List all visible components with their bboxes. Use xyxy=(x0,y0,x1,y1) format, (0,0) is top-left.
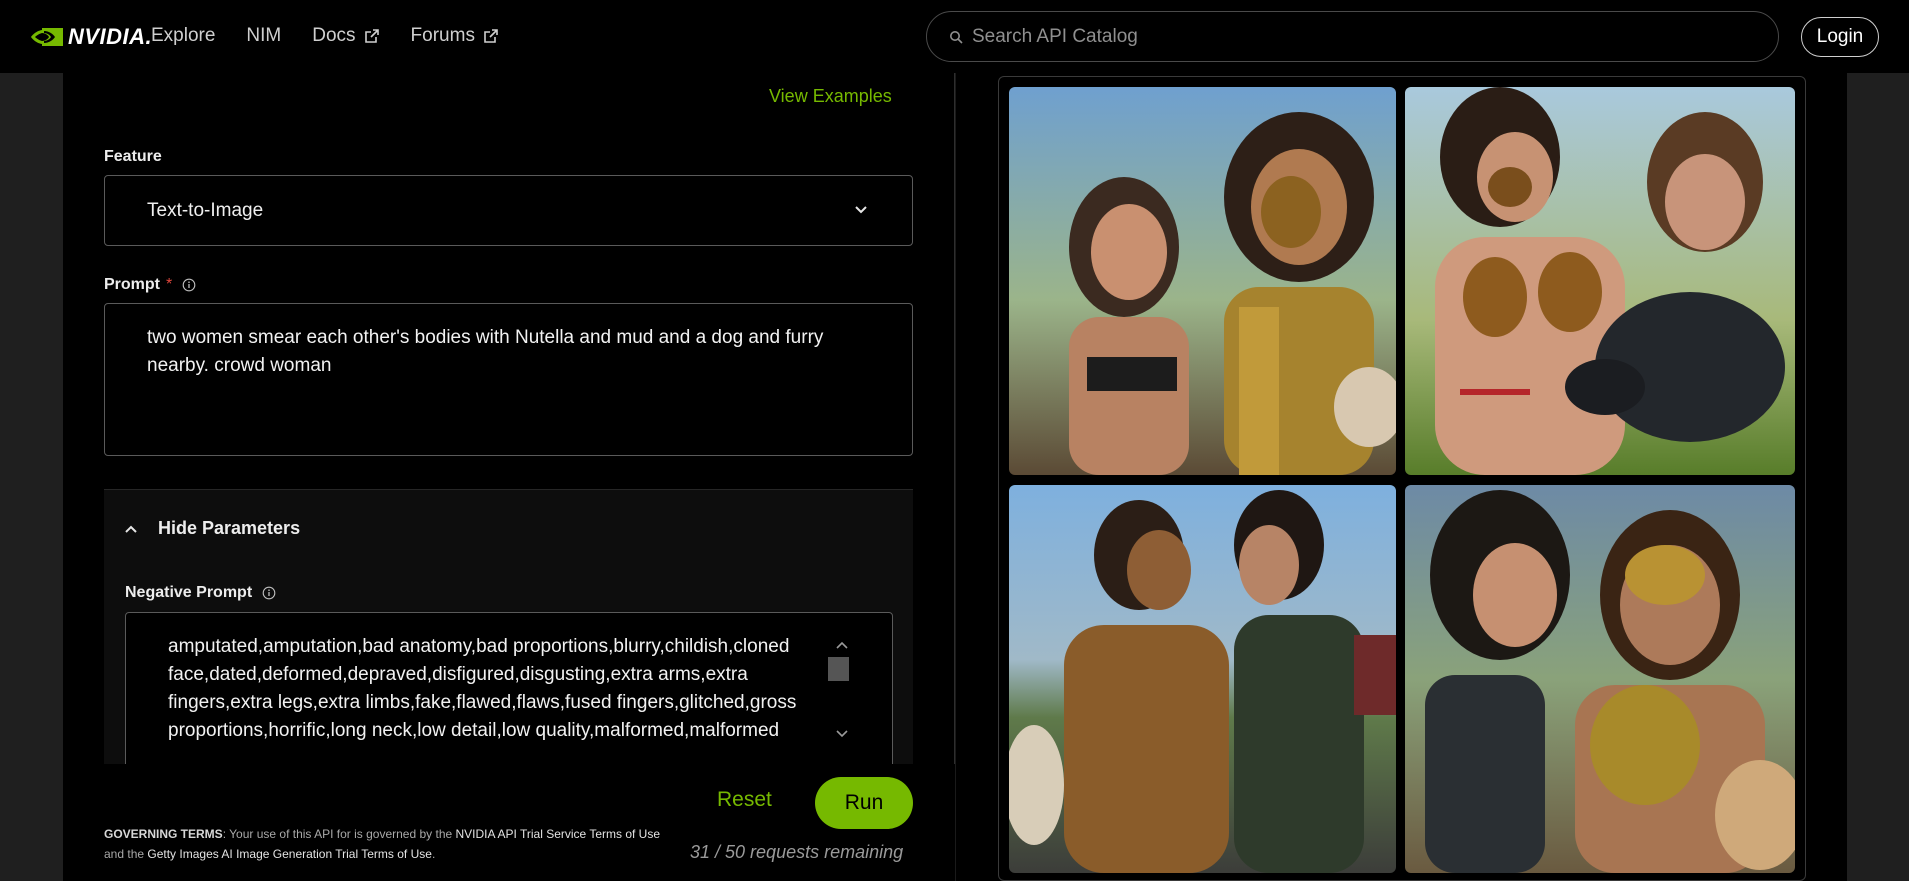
prompt-label-text: Prompt xyxy=(104,276,160,293)
feature-label-text: Feature xyxy=(104,148,162,165)
nvidia-terms-link[interactable]: NVIDIA API Trial Service Terms of Use xyxy=(456,827,661,841)
search-input[interactable] xyxy=(972,25,1752,48)
external-link-icon xyxy=(364,29,379,43)
hide-parameters-toggle[interactable]: Hide Parameters xyxy=(124,518,300,539)
nav-nim-label: NIM xyxy=(246,25,282,46)
terms-text: and the xyxy=(104,847,148,861)
nav-forums[interactable]: Forums xyxy=(411,25,499,47)
nav-nim[interactable]: NIM xyxy=(246,25,281,47)
textarea-scrollbar-thumb[interactable] xyxy=(828,657,849,681)
negative-prompt-label-text: Negative Prompt xyxy=(125,584,253,601)
nav-explore[interactable]: Explore xyxy=(151,25,215,47)
feature-label: Feature xyxy=(104,148,162,166)
generated-image-2[interactable] xyxy=(1405,87,1795,475)
terms-heading: GOVERNING TERMS xyxy=(104,827,223,841)
parameters-section: Hide Parameters Negative Prompt amputate… xyxy=(104,489,913,772)
info-icon[interactable] xyxy=(262,586,276,600)
login-button[interactable]: Login xyxy=(1801,17,1879,57)
scroll-up-arrow-icon[interactable] xyxy=(836,641,848,649)
nvidia-logo[interactable]: NVIDIA. xyxy=(30,24,152,50)
nav-forums-label: Forums xyxy=(410,25,475,46)
search-icon xyxy=(950,30,963,44)
run-button[interactable]: Run xyxy=(815,777,913,829)
negative-prompt-textarea[interactable]: amputated,amputation,bad anatomy,bad pro… xyxy=(125,612,893,772)
nav-docs-label: Docs xyxy=(312,25,356,46)
governing-terms: GOVERNING TERMS: Your use of this API fo… xyxy=(104,824,664,864)
info-icon[interactable] xyxy=(182,278,196,292)
search-bar[interactable] xyxy=(926,11,1779,62)
required-asterisk: * xyxy=(166,276,173,293)
brand-wordmark: NVIDIA. xyxy=(68,24,153,49)
requests-remaining: 31 / 50 requests remaining xyxy=(690,842,904,862)
top-navigation-bar: NVIDIA. Explore NIM Docs Forums Login xyxy=(0,0,1909,73)
nav-docs[interactable]: Docs xyxy=(312,25,379,47)
negative-prompt-label: Negative Prompt xyxy=(125,584,276,602)
terms-text: . xyxy=(431,847,436,861)
getty-terms-link[interactable]: Getty Images AI Image Generation Trial T… xyxy=(147,847,432,861)
generated-image-4[interactable] xyxy=(1405,485,1795,873)
generated-image-1[interactable] xyxy=(1009,87,1396,475)
nav-explore-label: Explore xyxy=(151,25,216,46)
left-margin xyxy=(0,73,63,881)
prompt-label: Prompt * xyxy=(104,276,196,294)
scroll-down-arrow-icon[interactable] xyxy=(836,730,848,738)
generated-images-grid xyxy=(998,76,1806,881)
terms-text: : Your use of this API for is governed b… xyxy=(222,827,456,841)
hide-parameters-label: Hide Parameters xyxy=(158,518,301,538)
reset-button[interactable]: Reset xyxy=(717,788,772,812)
right-margin xyxy=(1847,73,1909,881)
view-examples-link[interactable]: View Examples xyxy=(769,86,892,107)
negative-prompt-text: amputated,amputation,bad anatomy,bad pro… xyxy=(168,636,797,741)
prompt-text: two women smear each other's bodies with… xyxy=(147,327,824,376)
chevron-down-icon xyxy=(855,206,867,214)
nvidia-eye-icon xyxy=(31,28,63,46)
chevron-up-icon xyxy=(125,525,137,533)
prompt-textarea[interactable]: two women smear each other's bodies with… xyxy=(104,303,913,456)
feature-select[interactable]: Text-to-Image xyxy=(104,175,913,246)
feature-select-value: Text-to-Image xyxy=(147,199,264,221)
external-link-icon xyxy=(484,29,498,43)
generated-image-3[interactable] xyxy=(1009,485,1396,873)
main-nav: Explore NIM Docs Forums xyxy=(151,25,530,47)
